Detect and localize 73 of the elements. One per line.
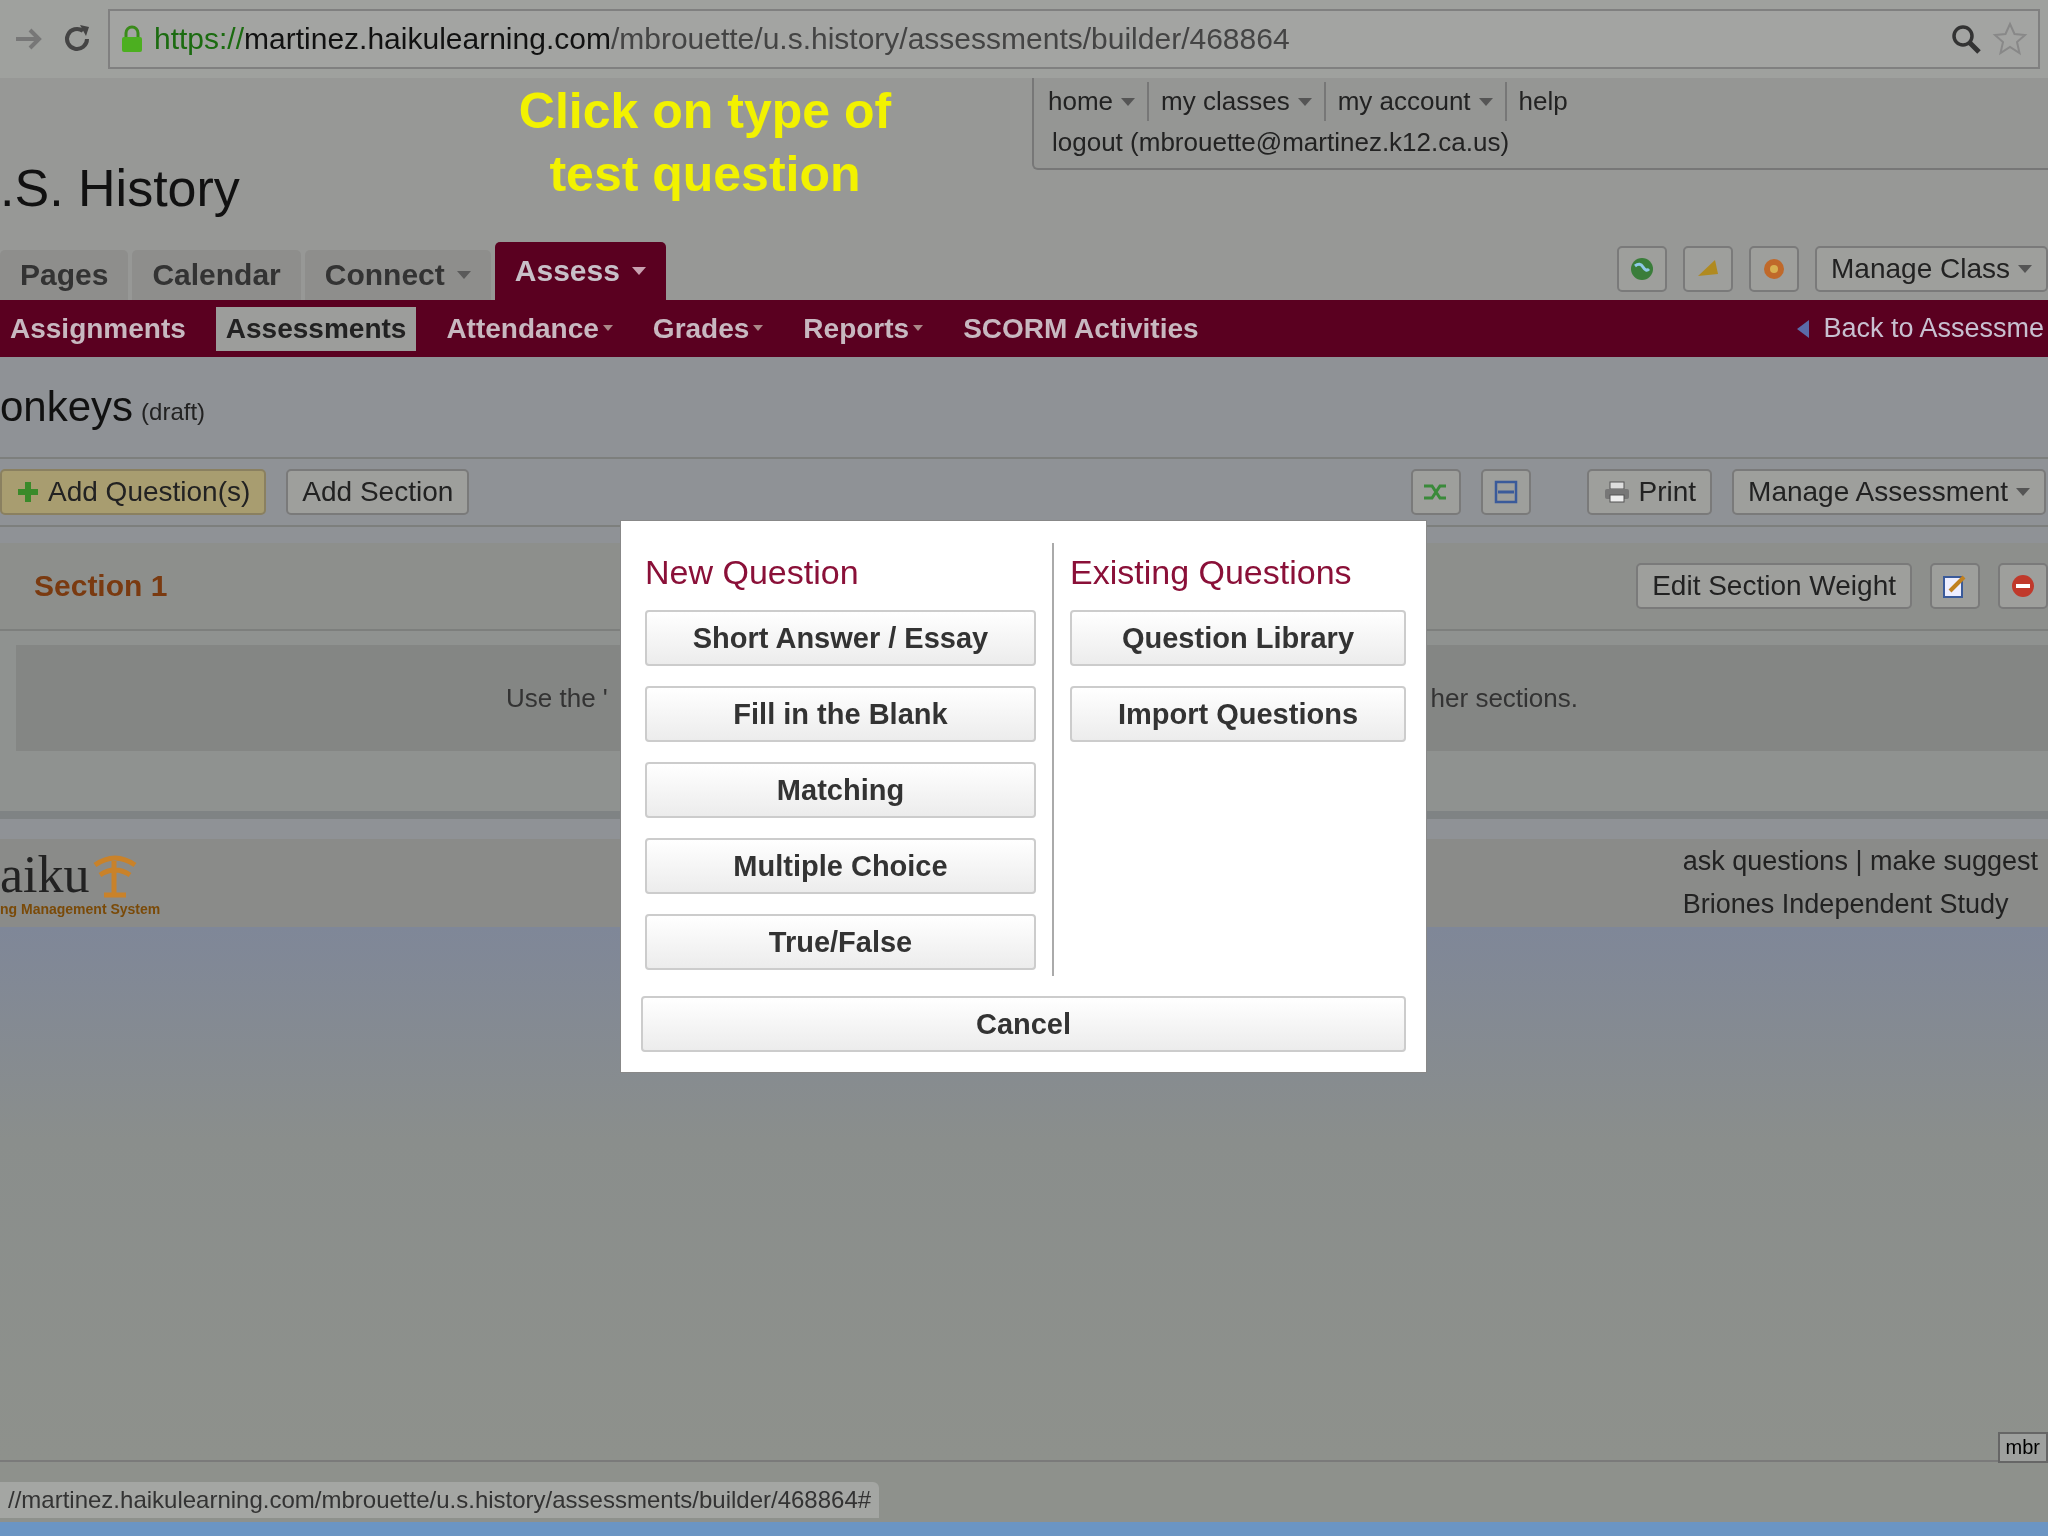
caret-icon bbox=[631, 267, 646, 275]
caret-icon bbox=[456, 271, 471, 279]
dialog-heading: New Question bbox=[645, 553, 860, 592]
printer-icon bbox=[1602, 480, 1631, 504]
existing-question-button[interactable]: Question Library bbox=[1070, 610, 1406, 666]
top-menu-link[interactable]: my classes bbox=[1161, 82, 1326, 121]
caret-icon bbox=[602, 324, 613, 331]
instruction-annotation: Click on type of test question bbox=[517, 82, 893, 204]
assessment-title: onkeys bbox=[0, 383, 134, 431]
megaphone-button[interactable] bbox=[1683, 246, 1733, 292]
dialog-heading: Existing Questions bbox=[1070, 553, 1353, 592]
question-type-button[interactable]: Multiple Choice bbox=[645, 838, 1036, 894]
hint-text: her sections. bbox=[1430, 682, 1578, 714]
question-type-button[interactable]: Short Answer / Essay bbox=[645, 610, 1036, 666]
edit-icon bbox=[1942, 573, 1968, 599]
class-title: .S. History bbox=[0, 158, 240, 218]
caret-icon bbox=[1478, 97, 1493, 106]
caret-icon bbox=[2016, 488, 2030, 496]
nav-tab[interactable]: Pages bbox=[0, 250, 129, 300]
window-tab[interactable]: mbr bbox=[1997, 1432, 2048, 1463]
caret-icon bbox=[1121, 97, 1136, 106]
caret-icon bbox=[2018, 265, 2032, 273]
collapse-icon bbox=[1493, 480, 1518, 504]
print-button[interactable]: Print bbox=[1586, 469, 1713, 515]
top-menu-link[interactable]: home bbox=[1048, 82, 1150, 121]
subnav-item[interactable]: Reports bbox=[793, 306, 934, 351]
add-section-button[interactable]: Add Section bbox=[286, 469, 470, 515]
draft-status: (draft) bbox=[141, 398, 206, 426]
subnav-item[interactable]: Assessments bbox=[215, 306, 417, 351]
question-type-button[interactable]: Fill in the Blank bbox=[645, 686, 1036, 742]
top-menu-link[interactable]: my account bbox=[1337, 82, 1507, 121]
subnav-item[interactable]: Attendance bbox=[436, 306, 623, 351]
caret-icon bbox=[913, 324, 924, 331]
padlock-icon bbox=[120, 25, 144, 53]
nav-tab[interactable]: Calendar bbox=[132, 250, 301, 300]
palette-button[interactable] bbox=[1749, 246, 1799, 292]
logout-link[interactable]: logout (mbrouette@martinez.k12.ca.us) bbox=[1048, 121, 2048, 164]
delete-icon bbox=[2010, 573, 2036, 599]
caret-icon bbox=[1297, 97, 1312, 106]
logo: aiku ng Management System bbox=[0, 849, 161, 917]
nav-tab[interactable]: Connect bbox=[304, 250, 491, 300]
edit-section-weight-button[interactable]: Edit Section Weight bbox=[1636, 563, 1912, 609]
cancel-button[interactable]: Cancel bbox=[641, 996, 1406, 1052]
caret-icon bbox=[753, 324, 764, 331]
top-menu-link[interactable]: help bbox=[1518, 82, 1580, 121]
manage-class-button[interactable]: Manage Class bbox=[1815, 246, 2048, 292]
subnav-item[interactable]: Grades bbox=[642, 306, 774, 351]
status-url: //martinez.haikulearning.com/mbrouette/u.s.history/assessments/builder/468864# bbox=[0, 1482, 880, 1518]
subnav-item[interactable]: SCORM Activities bbox=[953, 306, 1209, 351]
edit-button[interactable] bbox=[1930, 563, 1980, 609]
plus-icon bbox=[16, 480, 40, 504]
subnav-item[interactable]: Assignments bbox=[0, 306, 196, 351]
question-type-button[interactable]: True/False bbox=[645, 914, 1036, 970]
existing-question-button[interactable]: Import Questions bbox=[1070, 686, 1406, 742]
address-bar[interactable]: https://martinez.haikulearning.com/mbrouette/u.s.history/assessments/builder/468864 bbox=[108, 9, 2040, 69]
star-icon[interactable] bbox=[1992, 21, 2028, 57]
add-questions-button[interactable]: Add Question(s) bbox=[0, 469, 267, 515]
manage-assessment-button[interactable]: Manage Assessment bbox=[1732, 469, 2046, 515]
collapse-button[interactable] bbox=[1480, 469, 1531, 515]
hint-text: Use the ' bbox=[506, 682, 608, 714]
nav-tab[interactable]: Assess bbox=[494, 242, 666, 300]
back-link[interactable]: Back to Assessme bbox=[1797, 313, 2044, 344]
left-triangle-icon bbox=[1797, 319, 1810, 338]
search-icon[interactable] bbox=[1950, 23, 1982, 55]
delete-button[interactable] bbox=[1998, 563, 2048, 609]
globe-button[interactable] bbox=[1617, 246, 1667, 292]
palette-icon bbox=[1761, 256, 1787, 282]
section-title: Section 1 bbox=[34, 569, 168, 603]
footer-links[interactable]: ask questions | make suggest bbox=[1682, 846, 2038, 877]
question-type-button[interactable]: Matching bbox=[645, 762, 1036, 818]
globe-icon bbox=[1629, 256, 1655, 282]
shuffle-button[interactable] bbox=[1410, 469, 1461, 515]
school-name: Briones Independent Study bbox=[1682, 889, 2010, 920]
